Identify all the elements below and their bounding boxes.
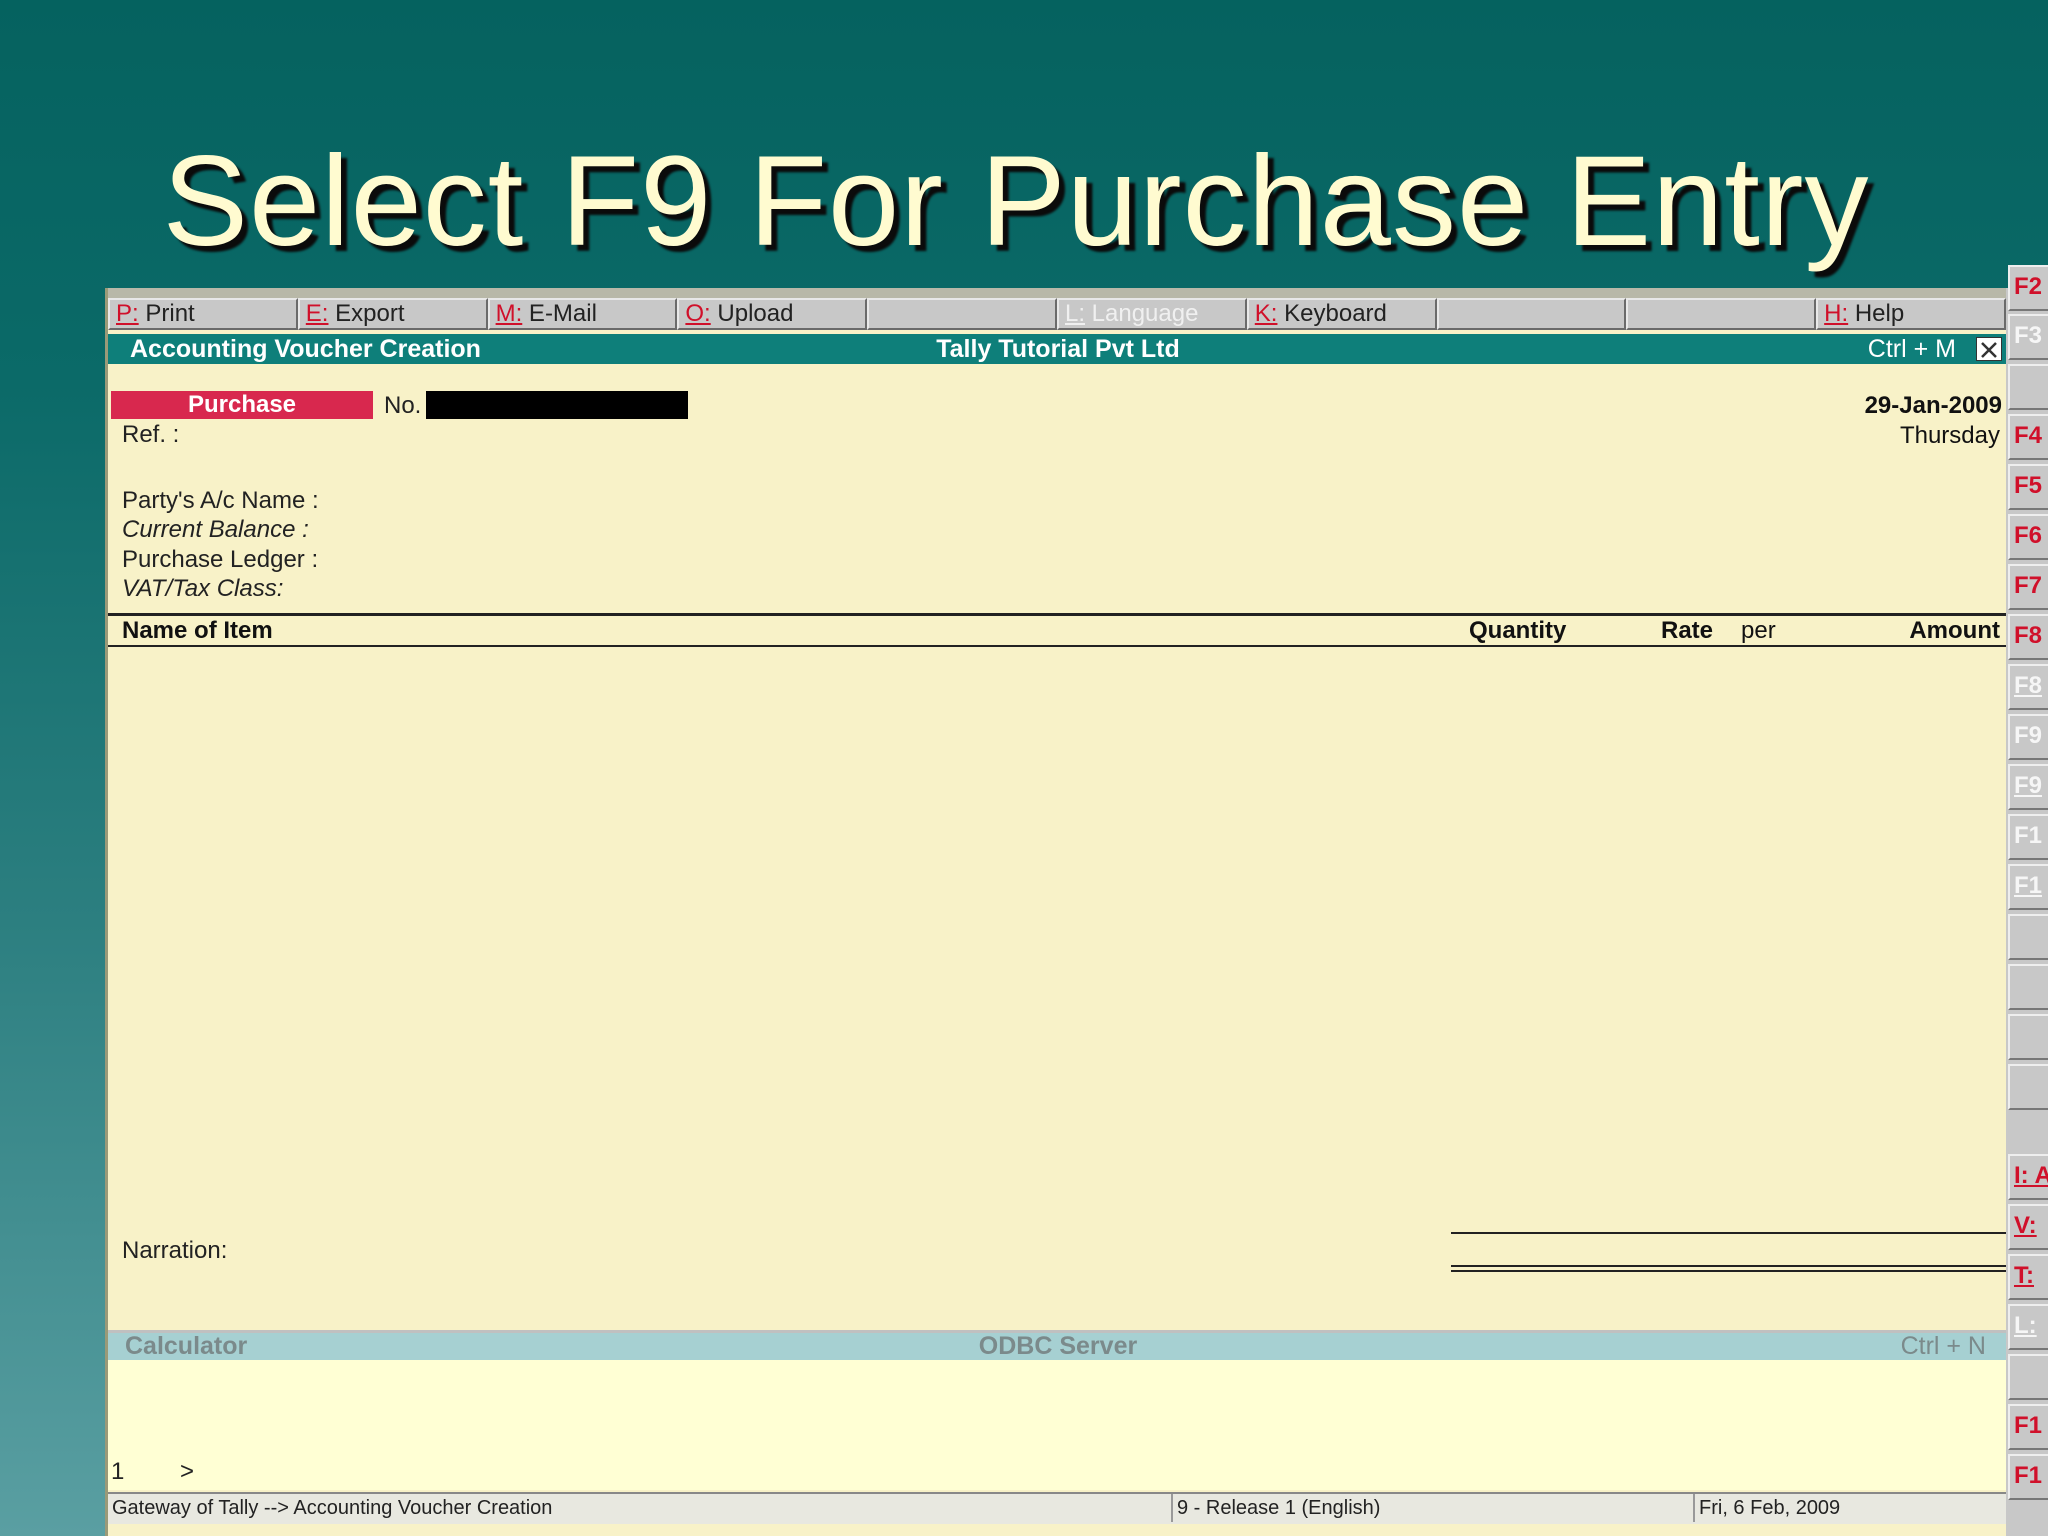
side-function-key[interactable]: L: <box>2008 1304 2048 1350</box>
side-function-key[interactable]: I: A <box>2008 1154 2048 1200</box>
side-function-key[interactable] <box>2008 964 2048 1010</box>
side-function-key[interactable]: F5 <box>2008 464 2048 510</box>
total-line <box>1451 1232 2006 1234</box>
status-date: Fri, 6 Feb, 2009 <box>1693 1494 1840 1522</box>
odbc-server: ODBC Server <box>978 1332 1138 1360</box>
export-button[interactable]: E: Export <box>297 298 488 330</box>
calculator-area[interactable]: 1 > <box>108 1360 2006 1490</box>
side-function-key[interactable]: F8 <box>2008 614 2048 660</box>
side-function-key[interactable]: F7 <box>2008 564 2048 610</box>
button-bar: P: Print E: Export M: E-Mail O: Upload L… <box>108 298 2006 330</box>
empty-button[interactable] <box>1436 298 1627 330</box>
window-top-edge <box>108 288 2006 298</box>
upload-button[interactable]: O: Upload <box>677 298 868 330</box>
side-function-key[interactable]: F8 <box>2008 664 2048 710</box>
side-function-key[interactable]: F9 <box>2008 714 2048 760</box>
narration-label: Narration: <box>122 1237 228 1264</box>
side-function-key[interactable]: F1 <box>2008 1404 2048 1450</box>
side-function-key[interactable]: F1 <box>2008 814 2048 860</box>
company-name: Tally Tutorial Pvt Ltd <box>936 335 1180 363</box>
voucher-day: Thursday <box>1899 422 2000 449</box>
keyboard-button[interactable]: K: Keyboard <box>1246 298 1437 330</box>
col-amount: Amount <box>1909 617 2000 644</box>
party-name-label: Party's A/c Name : <box>122 487 319 514</box>
calculator-bar: Calculator ODBC Server Ctrl + N <box>108 1330 2006 1360</box>
voucher-header-bar: Accounting Voucher Creation Tally Tutori… <box>108 334 2006 364</box>
calc-prompt: > <box>180 1458 195 1485</box>
help-button[interactable]: H: Help <box>1816 298 2006 330</box>
side-function-key[interactable]: F2 <box>2008 265 2048 311</box>
side-function-key[interactable]: F3 <box>2008 314 2048 360</box>
empty-button[interactable] <box>867 298 1057 330</box>
ref-label: Ref. : <box>122 421 180 448</box>
col-rate: Rate <box>1661 617 1714 644</box>
side-function-key[interactable]: T: <box>2008 1254 2048 1300</box>
header-shortcut: Ctrl + M <box>1867 335 1956 363</box>
purchase-ledger-label: Purchase Ledger : <box>122 546 319 573</box>
email-button[interactable]: M: E-Mail <box>487 298 678 330</box>
side-function-key[interactable] <box>2008 1014 2048 1060</box>
calc-line-number: 1 <box>111 1458 125 1485</box>
voucher-no-field[interactable] <box>426 391 688 419</box>
total-double-line <box>1451 1270 2006 1272</box>
close-icon <box>1981 342 1997 358</box>
total-double-line <box>1451 1265 2006 1267</box>
side-function-key[interactable]: F4 <box>2008 414 2048 460</box>
side-function-key[interactable]: F1 <box>2008 1454 2048 1500</box>
close-button[interactable] <box>1976 337 2002 361</box>
side-function-key[interactable]: F9 <box>2008 764 2048 810</box>
current-balance-label: Current Balance : <box>122 516 309 543</box>
status-release: 9 - Release 1 (English) <box>1171 1494 1380 1522</box>
side-function-key[interactable] <box>2008 1354 2048 1400</box>
slide-title: Select F9 For Purchase Entry <box>162 130 1870 273</box>
col-name-of-item: Name of Item <box>122 617 273 644</box>
col-per: per <box>1741 617 1776 644</box>
side-function-key[interactable]: F6 <box>2008 514 2048 560</box>
item-column-header: Name of Item Quantity Rate per Amount <box>108 613 2006 647</box>
print-button[interactable]: P: Print <box>108 298 298 330</box>
side-function-key[interactable] <box>2008 914 2048 960</box>
vat-class-label: VAT/Tax Class: <box>122 575 284 602</box>
status-path: Gateway of Tally --> Accounting Voucher … <box>112 1497 553 1519</box>
col-quantity: Quantity <box>1469 617 1567 644</box>
side-function-key[interactable]: F1 <box>2008 864 2048 910</box>
side-function-key[interactable] <box>2008 364 2048 410</box>
side-function-key[interactable] <box>2008 1064 2048 1110</box>
language-button[interactable]: L: Language <box>1056 298 1247 330</box>
voucher-no-label: No. <box>384 392 422 419</box>
side-function-key[interactable]: V: <box>2008 1204 2048 1250</box>
voucher-date[interactable]: 29-Jan-2009 <box>1865 392 2002 420</box>
tally-window: P: Print E: Export M: E-Mail O: Upload L… <box>105 288 2006 1536</box>
voucher-type-badge[interactable]: Purchase <box>111 391 373 419</box>
status-bar: Gateway of Tally --> Accounting Voucher … <box>108 1492 2006 1524</box>
empty-button[interactable] <box>1626 298 1817 330</box>
calculator-shortcut: Ctrl + N <box>1900 1332 1986 1360</box>
